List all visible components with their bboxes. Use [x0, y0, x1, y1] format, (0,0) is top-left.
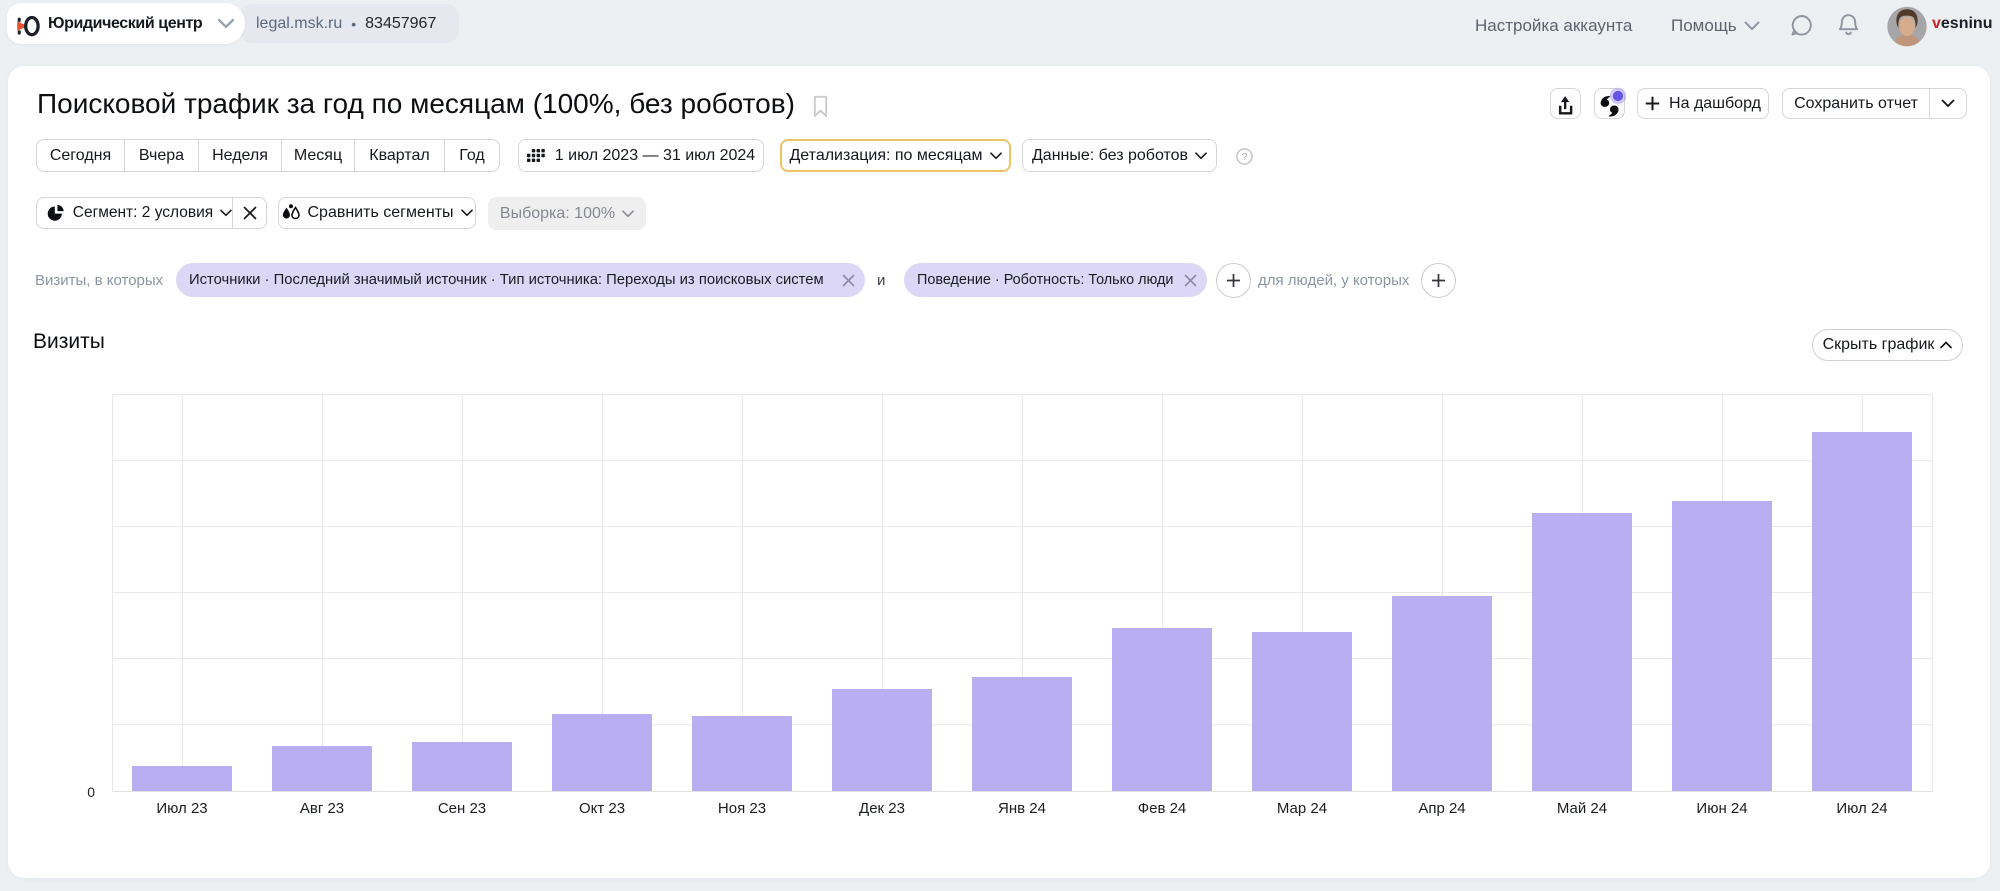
svg-text:Окт 23: Окт 23	[579, 800, 625, 817]
svg-text:Авг 23: Авг 23	[300, 800, 344, 817]
svg-text:Янв 24: Янв 24	[998, 800, 1046, 817]
svg-text:0: 0	[87, 784, 95, 800]
svg-text:Ноя 23: Ноя 23	[718, 800, 766, 817]
svg-text:Июл 23: Июл 23	[156, 800, 207, 817]
svg-text:Июн 24: Июн 24	[1696, 800, 1747, 817]
svg-text:Апр 24: Апр 24	[1418, 800, 1465, 817]
svg-text:Сен 23: Сен 23	[438, 800, 486, 817]
svg-text:Мар 24: Мар 24	[1277, 800, 1327, 817]
svg-text:Май 24: Май 24	[1557, 800, 1607, 817]
svg-text:Фев 24: Фев 24	[1138, 800, 1187, 817]
svg-text:Дек 23: Дек 23	[859, 800, 905, 817]
svg-text:Июл 24: Июл 24	[1836, 800, 1887, 817]
